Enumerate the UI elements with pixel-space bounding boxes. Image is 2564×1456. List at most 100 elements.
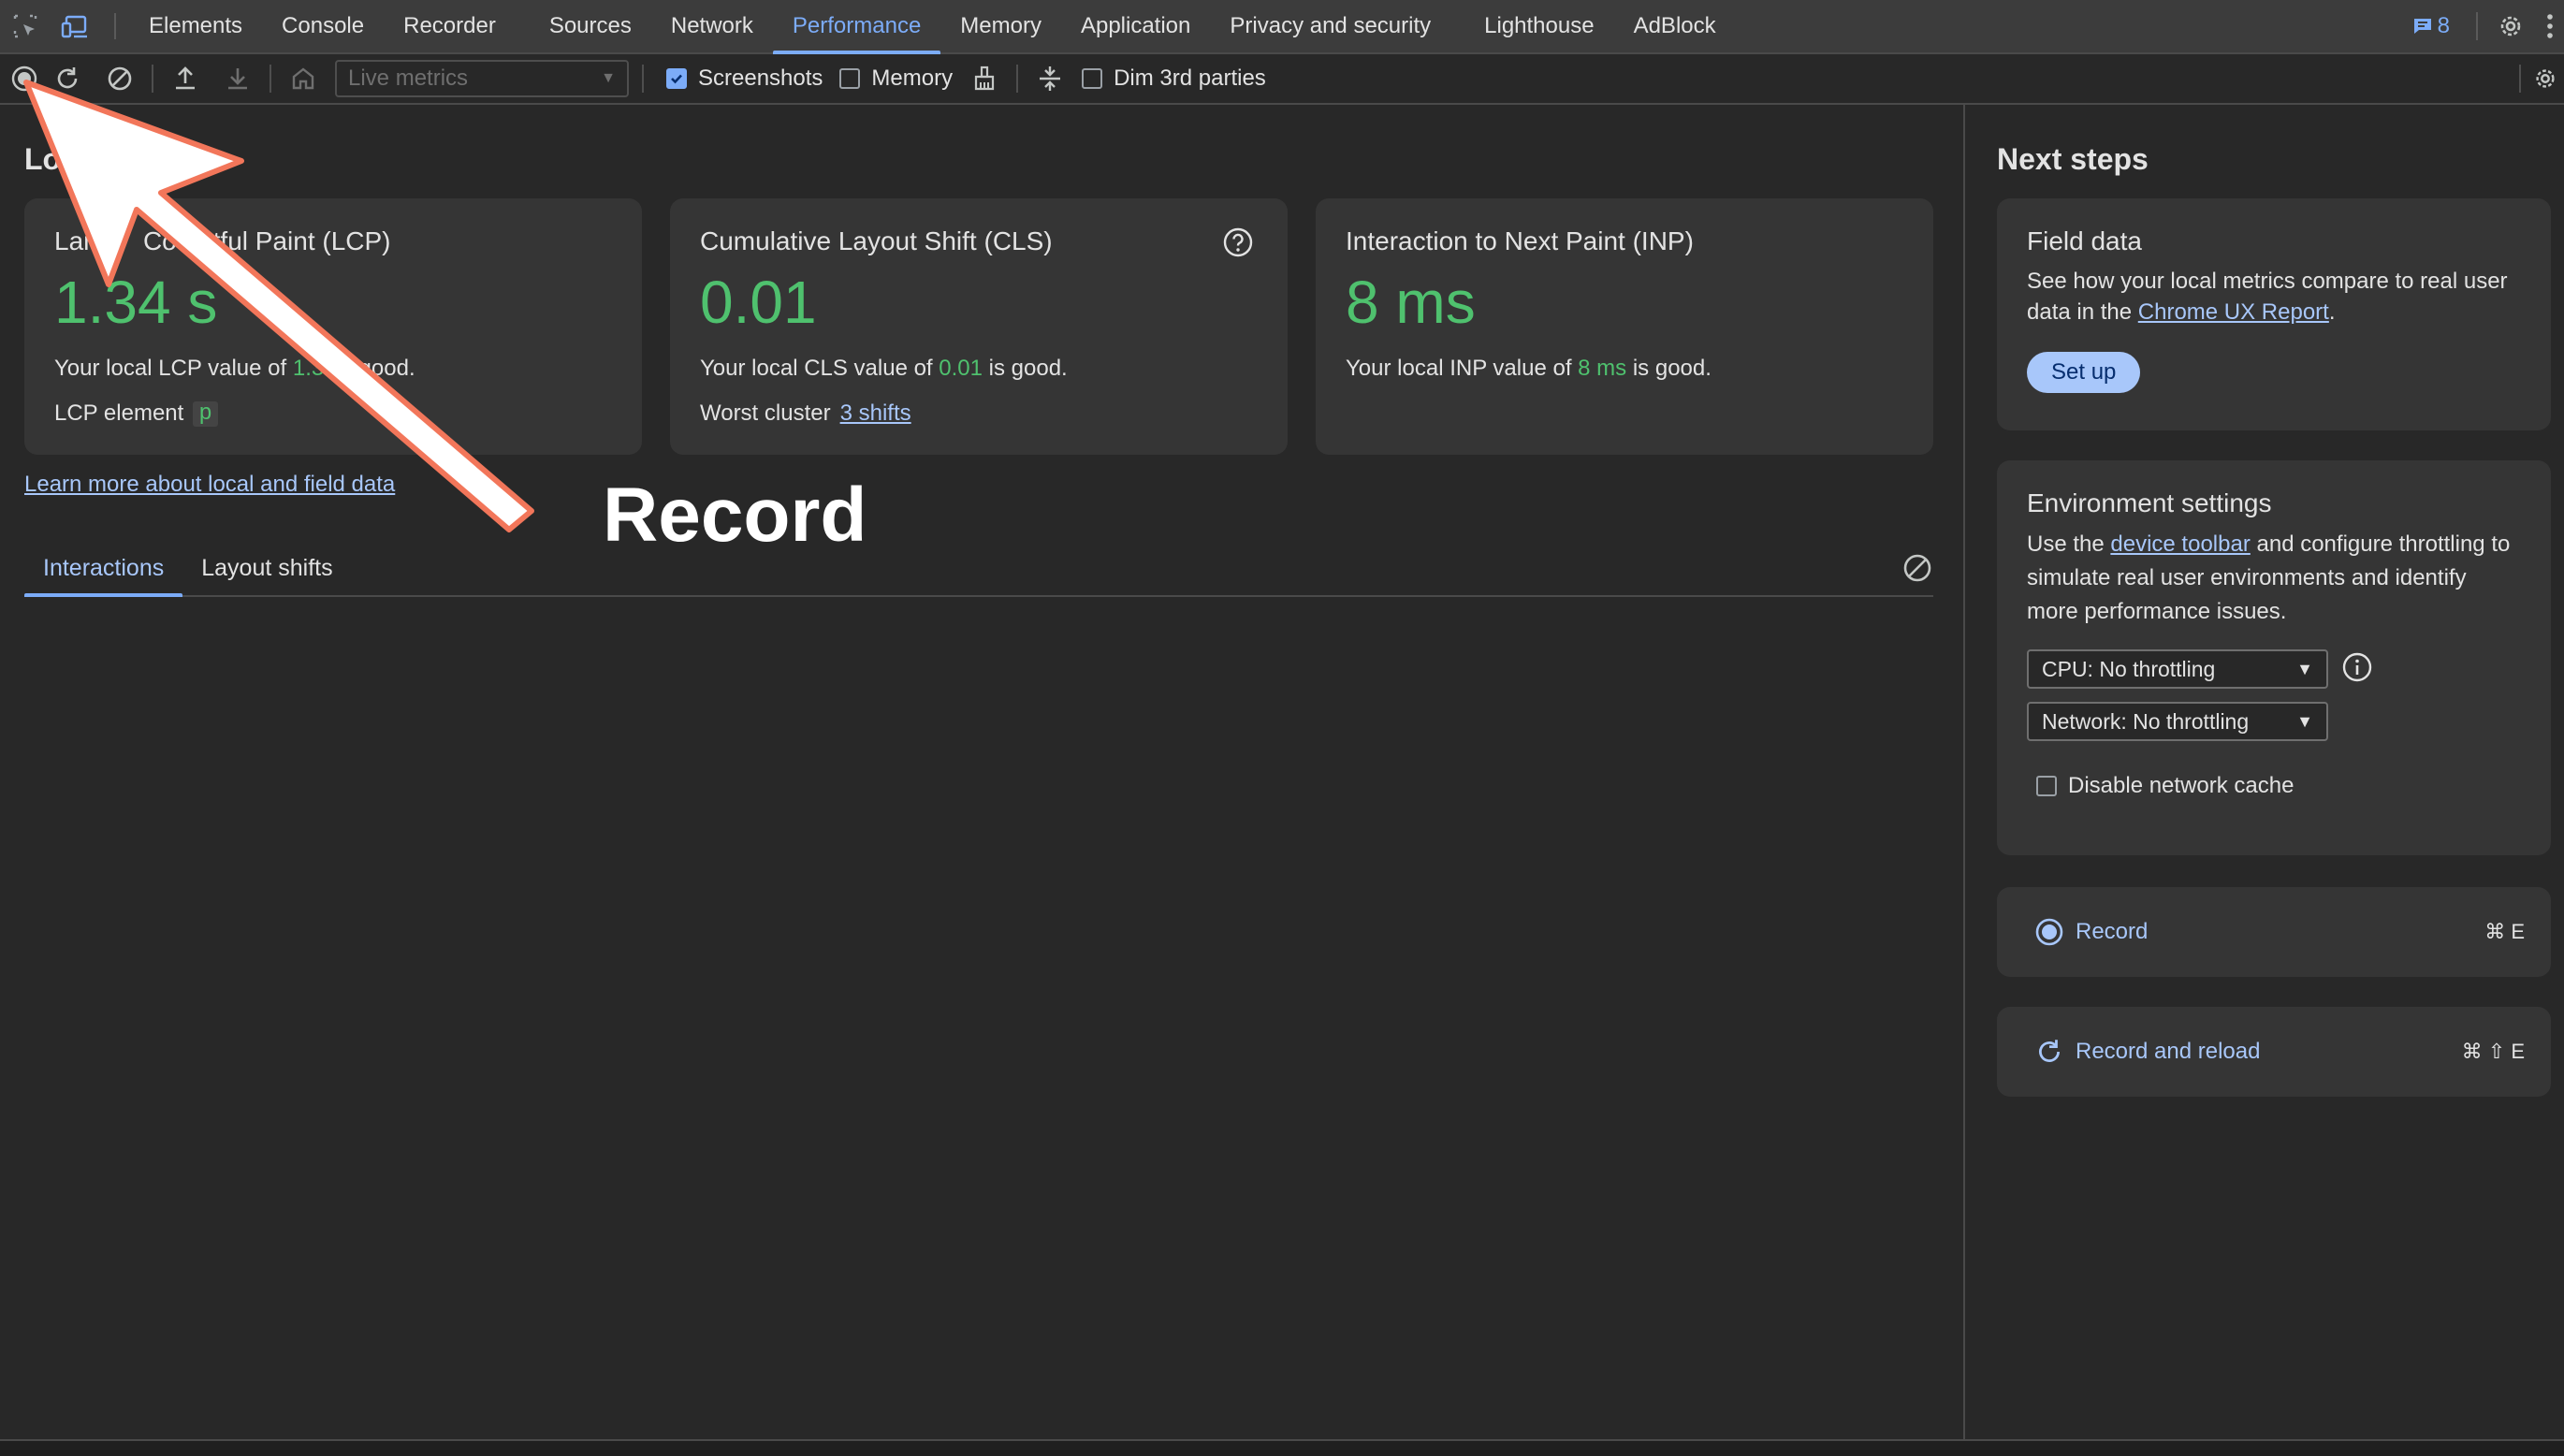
inspect-element-icon[interactable] xyxy=(0,0,51,52)
clear-icon xyxy=(108,66,132,91)
memory-label: Memory xyxy=(871,66,954,91)
home-button xyxy=(277,53,329,104)
device-toolbar-icon[interactable] xyxy=(51,0,101,52)
inp-description: Your local INP value of 8 ms is good. xyxy=(1346,356,1903,382)
disable-network-cache-checkbox[interactable]: Disable network cache xyxy=(2036,773,2521,799)
broom-icon xyxy=(974,66,995,91)
separator xyxy=(2519,65,2521,93)
record-and-reload-action-card[interactable]: Record and reload ⌘ ⇧ E xyxy=(1997,1007,2551,1097)
cpu-row: CPU: No throttling ▼ xyxy=(2027,649,2521,689)
record-icon xyxy=(11,66,37,92)
tab-console[interactable]: Console xyxy=(262,0,384,52)
record-and-reload-label: Record and reload xyxy=(2076,1039,2261,1064)
lcp-desc-suffix: is good. xyxy=(324,356,415,382)
record-action-label: Record xyxy=(2076,919,2149,944)
tab-performance[interactable]: Performance xyxy=(772,0,941,54)
cls-desc-suffix: is good. xyxy=(983,356,1068,382)
inp-desc-suffix: is good. xyxy=(1626,356,1712,382)
live-metrics-panel: Loc Large Co ntful Paint (LCP) 1.34 s Yo… xyxy=(0,105,1963,1439)
performance-toolbar: Live metrics ▼ Screenshots Memory Dim 3r… xyxy=(0,54,2564,105)
chevron-down-icon: ▼ xyxy=(2296,711,2313,731)
record-action[interactable]: Record xyxy=(2034,917,2148,947)
chrome-ux-report-link[interactable]: Chrome UX Report xyxy=(2138,299,2329,325)
cls-card: Cumulative Layout Shift (CLS) 0.01 Your … xyxy=(670,198,1288,455)
devtools-tab-bar: Elements Console Recorder Sources Networ… xyxy=(0,0,2564,54)
record-action-card[interactable]: Record ⌘ E xyxy=(1997,887,2551,977)
disable-network-cache-label: Disable network cache xyxy=(2068,773,2294,798)
cls-desc-prefix: Your local CLS value of xyxy=(700,356,940,382)
tab-recorder[interactable]: Recorder xyxy=(384,0,530,52)
tab-application[interactable]: Application xyxy=(1061,0,1210,52)
info-icon[interactable] xyxy=(2341,651,2373,688)
record-and-reload-action[interactable]: Record and reload xyxy=(2034,1037,2260,1067)
set-up-button[interactable]: Set up xyxy=(2027,352,2141,393)
lcp-title: Large Co ntful Paint (LCP) xyxy=(54,226,391,255)
metrics-subtabs: Interactions Layout shifts xyxy=(24,541,1933,597)
more-options-icon[interactable] xyxy=(2536,13,2564,39)
network-row: Network: No throttling ▼ xyxy=(2027,702,2521,741)
environment-settings-card: Environment settings Use the device tool… xyxy=(1997,460,2551,855)
subtab-layout-shifts[interactable]: Layout shifts xyxy=(182,555,351,595)
tab-privacy-and-security[interactable]: Privacy and security xyxy=(1210,0,1464,52)
subtab-interactions[interactable]: Interactions xyxy=(24,555,183,597)
reload-and-record-button[interactable] xyxy=(41,53,94,104)
save-profile-button xyxy=(211,53,264,104)
reload-icon xyxy=(2039,1040,2060,1062)
separator xyxy=(270,65,271,93)
reload-icon xyxy=(57,67,78,89)
lcp-desc-prefix: Your local LCP value of xyxy=(54,356,293,382)
field-data-text-after: . xyxy=(2328,299,2336,325)
tab-lighthouse[interactable]: Lighthouse xyxy=(1464,0,1613,52)
tab-sources[interactable]: Sources xyxy=(530,0,651,52)
learn-more-link[interactable]: Learn more about local and field data xyxy=(24,472,395,498)
tab-elements[interactable]: Elements xyxy=(129,0,262,52)
cpu-throttling-value: CPU: No throttling xyxy=(2042,656,2216,681)
clear-log-icon[interactable] xyxy=(1901,552,1933,589)
inp-desc-value: 8 ms xyxy=(1578,356,1627,382)
upload-icon xyxy=(176,66,195,90)
memory-checkbox[interactable]: Memory xyxy=(839,66,953,92)
load-profile-button[interactable] xyxy=(159,53,211,104)
lcp-description: Your local LCP value of 1.3 is good. xyxy=(54,356,612,382)
worst-cluster-label: Worst cluster xyxy=(700,400,831,427)
help-icon[interactable] xyxy=(1222,226,1254,263)
network-throttling-select[interactable]: Network: No throttling ▼ xyxy=(2027,702,2328,741)
lcp-value: 1.34 s xyxy=(54,269,218,336)
issues-count: 8 xyxy=(2437,13,2450,38)
next-steps-sidebar: Next steps Field data See how your local… xyxy=(1963,105,2564,1439)
settings-gear-icon[interactable] xyxy=(2485,12,2536,40)
inp-desc-prefix: Your local INP value of xyxy=(1346,356,1579,382)
environment-settings-text: Use the device toolbar and configure thr… xyxy=(2027,528,2521,629)
record-icon xyxy=(2035,918,2063,946)
cpu-throttling-select[interactable]: CPU: No throttling ▼ xyxy=(2027,649,2328,689)
cls-description: Your local CLS value of 0.01 is good. xyxy=(700,356,1258,382)
worst-cluster-link[interactable]: 3 shifts xyxy=(840,400,911,427)
collect-garbage-button[interactable] xyxy=(958,53,1011,104)
cls-desc-value: 0.01 xyxy=(939,356,983,382)
record-button[interactable] xyxy=(7,53,41,104)
worst-cluster-row: Worst cluster 3 shifts xyxy=(700,400,1258,427)
capture-settings-gear-icon[interactable] xyxy=(2527,53,2564,104)
separator xyxy=(114,13,116,39)
device-toolbar-link[interactable]: device toolbar xyxy=(2110,531,2250,557)
clear-button[interactable] xyxy=(94,53,146,104)
tab-memory[interactable]: Memory xyxy=(940,0,1061,52)
toolbar-right xyxy=(2513,53,2564,104)
profile-select-value: Live metrics xyxy=(348,66,469,91)
lcp-element-node[interactable]: p xyxy=(193,400,218,427)
dim-3rd-parties-checkbox[interactable]: Dim 3rd parties xyxy=(1082,66,1266,92)
lcp-element-label: LCP element xyxy=(54,400,184,427)
chevron-down-icon: ▼ xyxy=(601,70,616,86)
network-throttling-value: Network: No throttling xyxy=(2042,708,2250,734)
screenshots-checkbox[interactable]: Screenshots xyxy=(666,66,823,92)
tab-network[interactable]: Network xyxy=(651,0,773,52)
checkbox-unchecked-icon xyxy=(839,68,861,89)
lcp-element-row: LCP element p xyxy=(54,400,612,427)
field-data-card: Field data See how your local metrics co… xyxy=(1997,198,2551,430)
flamechart-settings-button[interactable] xyxy=(1024,53,1076,104)
lcp-card: Large Co ntful Paint (LCP) 1.34 s Your l… xyxy=(24,198,642,455)
tab-adblock[interactable]: AdBlock xyxy=(1614,0,1736,52)
lcp-desc-value: 1.3 xyxy=(292,356,325,382)
field-data-text: See how your local metrics compare to re… xyxy=(2027,266,2521,328)
issues-counter[interactable]: 8 xyxy=(2393,13,2469,39)
